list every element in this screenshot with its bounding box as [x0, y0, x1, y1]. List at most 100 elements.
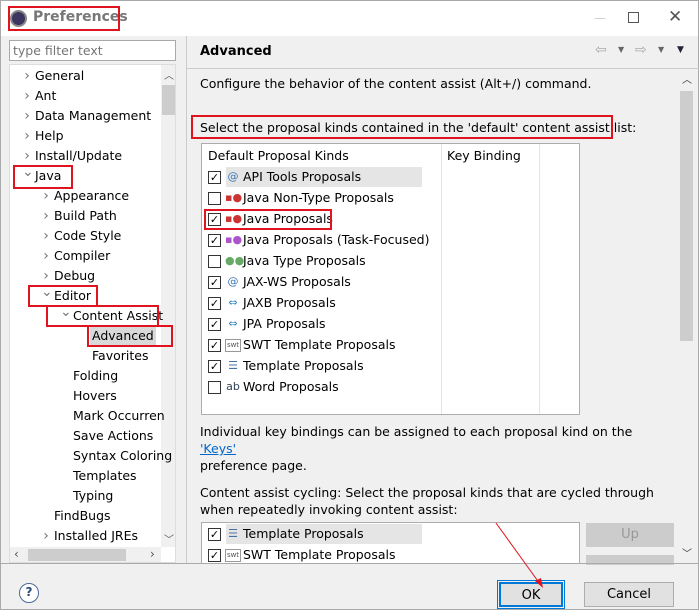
tree-item-label: Ant — [35, 88, 57, 103]
close-button[interactable]: ✕ — [668, 7, 682, 27]
checkbox-checked[interactable]: ✓ — [208, 549, 221, 562]
tree-item-data-management[interactable]: › Data Management — [10, 106, 161, 126]
tree-item-install-update[interactable]: › Install/Update — [10, 146, 161, 166]
tree-highlight — [87, 325, 173, 347]
tree-item-favorites[interactable]: Favorites — [10, 346, 161, 366]
hscroll-thumb[interactable] — [28, 549, 126, 561]
proposal-label: Java Non-Type Proposals — [243, 190, 394, 205]
scroll-thumb[interactable] — [162, 85, 175, 115]
tree-item-label: Install/Update — [35, 148, 123, 163]
page-description: Configure the behavior of the content as… — [200, 76, 592, 91]
proposal-kinds-table: Default Proposal Kinds Key Binding API T… — [201, 143, 580, 415]
scroll-right-arrow[interactable]: › — [150, 547, 155, 561]
view-menu-icon[interactable]: ▼ — [677, 45, 684, 55]
tree-item-save-actions[interactable]: Save Actions — [10, 426, 161, 446]
tree-item-build-path[interactable]: › Build Path — [10, 206, 161, 226]
tree-item-appearance[interactable]: › Appearance — [10, 186, 161, 206]
keys-text: Individual key bindings can be assigned … — [200, 423, 670, 474]
chevron-right-icon[interactable]: › — [22, 106, 32, 126]
tree-item-label: Favorites — [92, 348, 149, 363]
tree-item-typing[interactable]: Typing — [10, 486, 161, 506]
keys-link[interactable]: 'Keys' — [200, 441, 236, 456]
title-highlight — [8, 6, 120, 31]
back-icon[interactable]: ⇦ — [595, 42, 607, 58]
tree-item-installed-jres[interactable]: › Installed JREs — [10, 526, 161, 546]
tree-item-label: Mark Occurren — [73, 408, 165, 423]
title-bar: Preferences — ✕ — [1, 1, 698, 36]
at-icon: @ — [227, 275, 239, 288]
page-vertical-scrollbar[interactable]: ︿ ﹀ — [678, 69, 695, 563]
checkbox-checked[interactable]: ✓ — [208, 171, 221, 184]
tree-item-syntax-coloring[interactable]: Syntax Coloring — [10, 446, 172, 466]
page-scroll-down-arrow[interactable]: ﹀ — [682, 545, 692, 560]
tree-item-label: Typing — [73, 488, 114, 503]
tree-item-label: Data Management — [35, 108, 152, 123]
keys-text-before: Individual key bindings can be assigned … — [200, 424, 633, 439]
tree-item-label: General — [35, 68, 85, 83]
proposal-label: Template Proposals — [243, 358, 364, 373]
chevron-right-icon[interactable]: › — [41, 226, 51, 246]
tree-item-folding[interactable]: Folding — [10, 366, 161, 386]
tree-item-debug[interactable]: › Debug — [10, 266, 161, 286]
page-scroll-up-arrow[interactable]: ︿ — [682, 71, 692, 86]
proposal-label: Word Proposals — [243, 379, 339, 394]
scroll-down-arrow[interactable]: ﹀ — [164, 531, 174, 546]
checkbox-checked[interactable]: ✓ — [208, 528, 221, 541]
tree-item-ant[interactable]: › Ant — [10, 86, 161, 106]
checkbox-checked[interactable]: ✓ — [208, 276, 221, 289]
checkbox-checked[interactable]: ✓ — [208, 234, 221, 247]
filter-input[interactable] — [9, 40, 176, 61]
annotation-arrow — [495, 522, 543, 588]
tree-item-help[interactable]: › Help — [10, 126, 161, 146]
tree-item-label: Hovers — [73, 388, 117, 403]
keys-text-after: preference page. — [200, 458, 307, 473]
checkbox-checked[interactable]: ✓ — [208, 339, 221, 352]
preferences-dialog: Preferences — ✕ ︿ ﹀ ‹ › ›General›Ant›Dat… — [0, 0, 699, 610]
chevron-right-icon[interactable]: › — [41, 526, 51, 546]
tree-highlight — [46, 305, 159, 327]
back-dropdown-icon[interactable]: ▼ — [618, 45, 624, 54]
chevron-right-icon[interactable]: › — [22, 126, 32, 146]
proposal-label: Template Proposals — [226, 524, 422, 544]
chevron-right-icon[interactable]: › — [41, 186, 51, 206]
tree-item-label: Debug — [54, 268, 96, 283]
checkbox-checked[interactable]: ✓ — [208, 297, 221, 310]
minimize-button[interactable]: — — [585, 11, 615, 27]
proposal-label: JPA Proposals — [243, 316, 326, 331]
scroll-up-arrow[interactable]: ︿ — [164, 67, 174, 82]
sash-divider[interactable] — [186, 36, 187, 563]
col-header-binding[interactable]: Key Binding — [447, 148, 521, 163]
chevron-right-icon[interactable]: › — [22, 66, 32, 86]
chevron-right-icon[interactable]: › — [41, 246, 51, 266]
tree-item-label: Help — [35, 128, 64, 143]
maximize-button[interactable] — [628, 12, 639, 23]
tree-item-label: Folding — [73, 368, 119, 383]
checkbox-checked[interactable]: ✓ — [208, 318, 221, 331]
tree-vertical-scrollbar[interactable]: ︿ ﹀ — [161, 65, 175, 547]
checkbox-unchecked[interactable] — [208, 255, 221, 268]
col-header-kinds[interactable]: Default Proposal Kinds — [208, 148, 349, 163]
up-button[interactable]: Up — [586, 523, 674, 547]
forward-icon[interactable]: ⇨ — [635, 42, 647, 58]
chevron-right-icon[interactable]: › — [22, 86, 32, 106]
tree-item-general[interactable]: › General — [10, 66, 161, 86]
checkbox-unchecked[interactable] — [208, 381, 221, 394]
tree-item-templates[interactable]: Templates — [10, 466, 161, 486]
chevron-right-icon[interactable]: › — [41, 206, 51, 226]
arrows-icon: ⇔ — [228, 317, 238, 330]
proposal-label: JAXB Proposals — [243, 295, 336, 310]
help-button[interactable]: ? — [19, 583, 39, 603]
cancel-button[interactable]: Cancel — [584, 582, 674, 607]
tree-item-findbugs[interactable]: FindBugs — [10, 506, 161, 526]
tree-item-code-style[interactable]: › Code Style — [10, 226, 161, 246]
tree-horizontal-scrollbar[interactable]: ‹ › — [10, 547, 161, 562]
page-scroll-thumb[interactable] — [680, 91, 693, 341]
tree-item-mark-occurren[interactable]: Mark Occurren — [10, 406, 165, 426]
tree-item-compiler[interactable]: › Compiler — [10, 246, 161, 266]
scroll-left-arrow[interactable]: ‹ — [14, 547, 19, 561]
forward-dropdown-icon[interactable]: ▼ — [658, 45, 664, 54]
select-label-highlight — [191, 115, 613, 139]
checkbox-checked[interactable]: ✓ — [208, 360, 221, 373]
tree-item-hovers[interactable]: Hovers — [10, 386, 161, 406]
checkbox-unchecked[interactable] — [208, 192, 221, 205]
